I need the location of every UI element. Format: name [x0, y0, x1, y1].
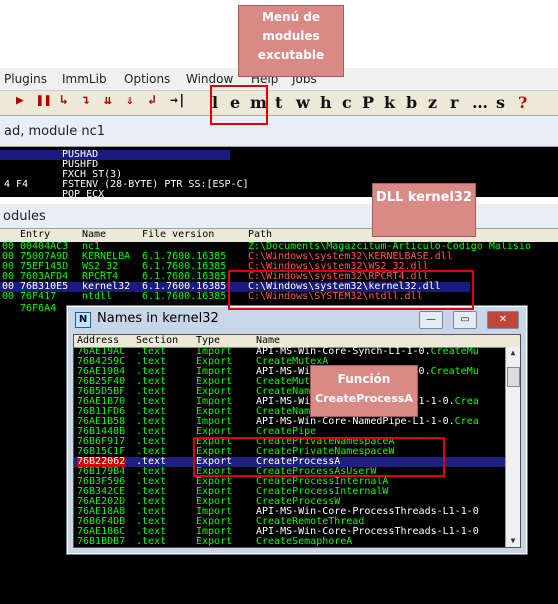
callout-menu-text: Menú de modules excutable	[257, 10, 325, 62]
names-window-icon: N	[75, 312, 91, 328]
maximize-icon[interactable]: ▭	[453, 311, 477, 329]
module-base: 00	[2, 291, 15, 302]
toolbar-breakpoints-button[interactable]: b	[406, 93, 417, 112]
names-dialog-title: Names in kernel32	[97, 311, 219, 326]
modules-title-text: odules	[3, 209, 46, 224]
col-name[interactable]: Name	[82, 229, 106, 240]
callout-menu: Menú de modules excutable	[238, 5, 344, 77]
go-to-icon[interactable]: →|	[170, 93, 186, 108]
callout-function-title: Función	[337, 372, 391, 386]
name-value-suffix: Crea	[454, 416, 479, 427]
minimize-icon[interactable]: —	[419, 311, 443, 329]
step-into-icon[interactable]: ↳	[60, 93, 68, 108]
menu-window[interactable]: Window	[186, 72, 233, 86]
name-value-suffix: CreateMu	[430, 366, 479, 377]
name-section: .text	[136, 536, 167, 547]
col-file-version[interactable]: File version	[142, 229, 214, 240]
module-entry: 76F417	[20, 291, 57, 302]
trace-into-icon[interactable]: ⇊	[104, 93, 112, 108]
col-name[interactable]: Name	[256, 335, 280, 346]
name-value-suffix: Crea	[454, 396, 479, 407]
names-dialog: N Names in kernel32 — ▭ ✕ Address Sectio…	[66, 305, 528, 555]
callout-function: Función CreateProcessA	[310, 365, 418, 417]
toolbar-threads-button[interactable]: t	[275, 93, 282, 112]
disasm-address: 4 F4	[4, 179, 29, 190]
module-version: 6.1.7600.16385	[142, 291, 227, 302]
menu-options[interactable]: Options	[124, 72, 170, 86]
function-highlight-box	[193, 437, 445, 477]
toolbar-handles-button[interactable]: h	[320, 93, 332, 112]
name-address: 76B1BDB7	[77, 536, 126, 547]
cpu-title-text: ad, module nc1	[4, 124, 105, 139]
module-name: ntdll	[82, 291, 113, 302]
trace-over-icon[interactable]: ⇓	[126, 93, 134, 108]
toolbar-cpu-button[interactable]: c	[342, 93, 352, 112]
callout-dll: DLL kernel32	[372, 183, 476, 237]
module-entry: 76F6A4	[20, 303, 57, 314]
table-row[interactable]: 76B1BDB7 .text Export CreateSemaphoreA	[74, 537, 506, 547]
toolbar-references-button[interactable]: r	[450, 93, 458, 112]
scroll-thumb[interactable]	[507, 367, 520, 387]
toolbar-windows-button[interactable]: w	[296, 93, 310, 112]
toolbar-patches-button[interactable]: P	[362, 93, 374, 112]
col-type[interactable]: Type	[196, 335, 220, 346]
current-instruction-highlight	[0, 150, 230, 160]
toolbar-help-button[interactable]: ?	[518, 93, 527, 112]
menu-immlib[interactable]: ImmLib	[62, 72, 107, 86]
col-entry[interactable]: Entry	[20, 229, 50, 240]
scroll-down-icon[interactable]: ▼	[506, 535, 520, 547]
execute-till-return-icon[interactable]: ↲	[148, 93, 156, 108]
scroll-up-icon[interactable]: ▲	[506, 347, 520, 359]
menu-highlight-box	[210, 85, 268, 125]
toolbar-source-button[interactable]: s	[496, 93, 505, 112]
callout-dll-text: DLL kernel32	[375, 190, 473, 205]
cpu-window-title: ad, module nc1	[0, 116, 558, 147]
name-value-suffix: CreateMu	[430, 346, 479, 357]
col-path[interactable]: Path	[248, 229, 272, 240]
dll-highlight-box	[228, 270, 474, 310]
names-scrollbar[interactable]: ▲ ▼	[505, 347, 520, 547]
callout-function-name: CreateProcessA	[315, 392, 413, 405]
name-type: Export	[196, 536, 233, 547]
toolbar-call-stack-button[interactable]: k	[384, 93, 395, 112]
toolbar-z-button[interactable]: z	[428, 93, 437, 112]
name-value: CreateSemaphoreA	[256, 536, 353, 547]
menu-plugins[interactable]: Plugins	[4, 72, 47, 86]
close-icon[interactable]: ✕	[487, 311, 519, 329]
toolbar: ▶ ❚❚ ↳ ↴ ⇊ ⇓ ↲ →| l e m t w h c P k b z …	[0, 90, 558, 116]
toolbar-run-trace-button[interactable]: …	[472, 93, 488, 112]
disasm-row[interactable]: POP ECX	[62, 190, 104, 200]
pause-icon[interactable]: ❚❚	[36, 93, 52, 108]
play-icon[interactable]: ▶	[16, 93, 24, 108]
step-over-icon[interactable]: ↴	[82, 93, 90, 108]
col-address[interactable]: Address	[77, 335, 119, 346]
col-section[interactable]: Section	[136, 335, 178, 346]
